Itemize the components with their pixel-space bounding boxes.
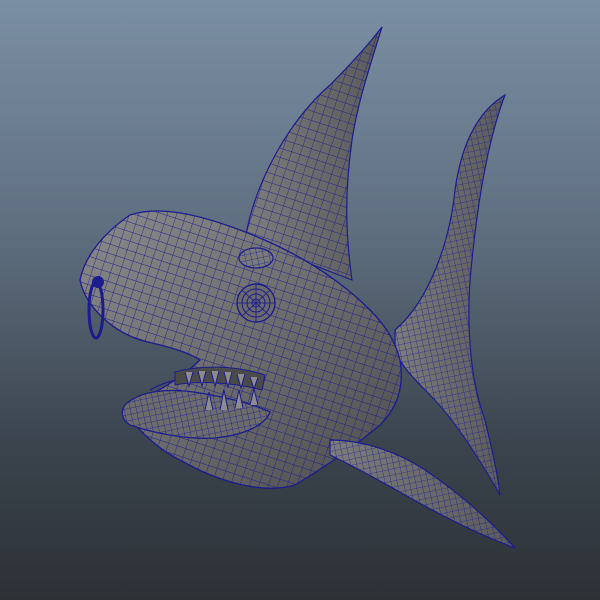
eye[interactable] — [236, 283, 276, 323]
shark-wireframe-model[interactable] — [0, 0, 600, 600]
tail-fin[interactable] — [394, 93, 507, 496]
3d-viewport[interactable] — [0, 0, 600, 600]
head-bump[interactable] — [238, 247, 274, 269]
